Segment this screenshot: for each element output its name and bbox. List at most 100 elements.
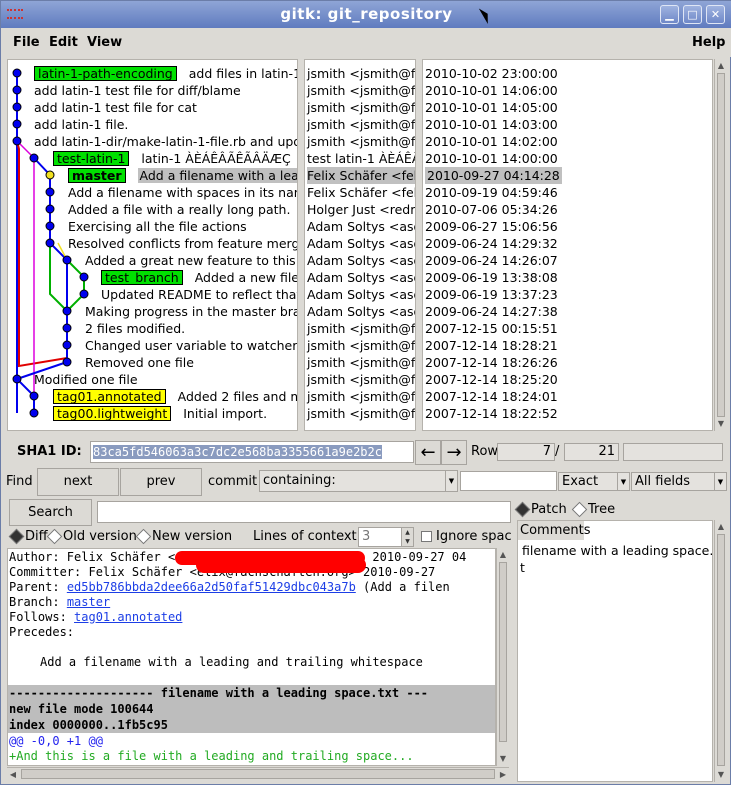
- find-prev-button[interactable]: prev: [120, 468, 202, 496]
- commit-dot[interactable]: [45, 221, 55, 231]
- commit-date[interactable]: 2009-06-27 15:06:56: [425, 218, 558, 235]
- commit-dot[interactable]: [62, 323, 72, 333]
- commit-row[interactable]: Resolved conflicts from feature merge: [68, 235, 297, 252]
- diff-scrollbar[interactable]: ▲ ▼: [496, 548, 509, 766]
- commit-dot[interactable]: [45, 204, 55, 214]
- close-icon[interactable]: ✕: [706, 5, 725, 24]
- commit-date[interactable]: 2010-09-19 04:59:46: [425, 184, 558, 201]
- commit-date[interactable]: 2007-12-14 18:24:01: [425, 388, 558, 405]
- commit-row[interactable]: test_branch Added a new file tha: [101, 269, 297, 286]
- commit-author[interactable]: jsmith <jsmith@foc: [307, 337, 415, 354]
- commit-date[interactable]: 2010-10-01 14:00:00: [425, 150, 558, 167]
- scroll-down-icon[interactable]: ▼: [497, 752, 509, 766]
- scroll-right-icon[interactable]: ▶: [497, 768, 509, 782]
- find-text-input[interactable]: [460, 471, 557, 491]
- scroll-down-icon[interactable]: ▼: [715, 768, 727, 782]
- title-bar[interactable]: gitk: git_repository ▁ □ ✕: [1, 1, 731, 28]
- commit-dot[interactable]: [12, 119, 22, 129]
- scroll-thumb[interactable]: [717, 534, 725, 766]
- commit-dot[interactable]: [29, 153, 39, 163]
- commit-date[interactable]: 2007-12-15 00:15:51: [425, 320, 558, 337]
- commit-dot[interactable]: [79, 289, 89, 299]
- commit-row[interactable]: tag00.lightweight Initial import.: [53, 405, 267, 422]
- commit-dot[interactable]: [12, 85, 22, 95]
- commit-date[interactable]: 2009-06-19 13:38:08: [425, 269, 558, 286]
- maximize-icon[interactable]: □: [683, 5, 702, 24]
- commit-author[interactable]: jsmith <jsmith@foc: [307, 405, 415, 422]
- commit-date[interactable]: 2009-06-24 14:26:07: [425, 252, 558, 269]
- search-button[interactable]: Search: [9, 499, 92, 526]
- commit-dot[interactable]: [62, 357, 72, 367]
- commit-row[interactable]: tag01.annotated Added 2 files and moc: [53, 388, 297, 405]
- commit-author[interactable]: jsmith <jsmith@foc: [307, 371, 415, 388]
- commit-date[interactable]: 2007-12-14 18:22:52: [425, 405, 558, 422]
- commit-row[interactable]: Added a great new feature to this fea: [85, 252, 297, 269]
- commit-date[interactable]: 2010-10-01 14:02:00: [425, 133, 558, 150]
- commit-dot[interactable]: [29, 408, 39, 418]
- commit-author[interactable]: Holger Just <redm: [307, 201, 415, 218]
- commit-author[interactable]: test latin-1 ÀÈÁÊÂ: [307, 150, 415, 167]
- find-mode-select[interactable]: containing: ▼: [259, 470, 458, 492]
- commit-row[interactable]: Changed user variable to watcher: [85, 337, 297, 354]
- commit-author[interactable]: jsmith <jsmith@foc: [307, 133, 415, 150]
- commit-row[interactable]: test-latin-1 latin-1 ÀÈÁÊÂÃÊÃÂÄÆÇ: [53, 150, 291, 167]
- file-list-item[interactable]: filename with a leading space.tx: [522, 543, 712, 558]
- commit-author[interactable]: jsmith <jsmith@foc: [307, 99, 415, 116]
- commit-row[interactable]: Making progress in the master branc: [85, 303, 297, 320]
- commit-author[interactable]: jsmith <jsmith@foc: [307, 388, 415, 405]
- commit-row[interactable]: Add a filename with spaces in its name: [68, 184, 297, 201]
- commit-row[interactable]: Exercising all the file actions: [68, 218, 247, 235]
- commit-row[interactable]: add latin-1-dir/make-latin-1-file.rb and…: [34, 133, 297, 150]
- date-pane[interactable]: 2010-10-02 23:00:00 2010-10-01 14:06:00 20…: [422, 59, 713, 431]
- commit-author[interactable]: jsmith <jsmith@foc: [307, 65, 415, 82]
- ignore-space-checkbox[interactable]: Ignore spac: [421, 529, 512, 544]
- commit-author[interactable]: Adam Soltys <aso: [307, 269, 415, 286]
- commit-date[interactable]: 2010-09-27 04:14:28: [425, 167, 562, 184]
- file-list-scrollbar[interactable]: ▲ ▼: [714, 520, 727, 782]
- commit-author[interactable]: Felix Schäfer <felix: [307, 184, 415, 201]
- commit-author[interactable]: Adam Soltys <aso: [307, 252, 415, 269]
- minimize-icon[interactable]: ▁: [660, 5, 679, 24]
- branch-label[interactable]: latin-1-path-encoding: [34, 66, 177, 81]
- hscroll-thumb[interactable]: [21, 769, 495, 779]
- commit-row[interactable]: add latin-1 test file for cat: [34, 99, 197, 116]
- commit-row[interactable]: master Add a filename with a leadir: [68, 167, 297, 184]
- branch-label[interactable]: test_branch: [101, 270, 183, 285]
- scroll-up-icon[interactable]: ▲: [497, 548, 509, 562]
- commit-author[interactable]: Adam Soltys <aso: [307, 303, 415, 320]
- commit-dot[interactable]: [62, 255, 72, 265]
- branch-link[interactable]: master: [67, 595, 110, 609]
- spin-arrows-icon[interactable]: ▲ ▼: [401, 528, 413, 546]
- tree-radio[interactable]: Tree: [571, 501, 615, 518]
- commit-dot[interactable]: [29, 391, 39, 401]
- author-pane[interactable]: jsmith <jsmith@focjsmith <jsmith@focjsmi…: [304, 59, 416, 431]
- find-exact-select[interactable]: Exact ▼: [558, 472, 630, 491]
- file-list[interactable]: Comments filename with a leading space.t…: [517, 520, 713, 782]
- new-version-radio[interactable]: New version: [135, 528, 232, 545]
- commit-author[interactable]: jsmith <jsmith@foc: [307, 354, 415, 371]
- commit-row[interactable]: 2 files modified.: [85, 320, 185, 337]
- commit-dot[interactable]: [12, 68, 22, 78]
- commit-date[interactable]: 2007-12-14 18:26:26: [425, 354, 558, 371]
- menu-view[interactable]: View: [87, 35, 122, 50]
- commit-dot[interactable]: [12, 374, 22, 384]
- commit-date[interactable]: 2009-06-19 13:37:23: [425, 286, 558, 303]
- old-version-radio[interactable]: Old version: [46, 528, 137, 545]
- commit-list-scrollbar[interactable]: ▲ ▼: [714, 59, 727, 431]
- forward-button[interactable]: →: [441, 440, 467, 465]
- scroll-thumb[interactable]: [499, 562, 507, 742]
- scroll-left-icon[interactable]: ◀: [7, 768, 19, 782]
- commit-author[interactable]: Adam Soltys <aso: [307, 235, 415, 252]
- menu-edit[interactable]: Edit: [49, 35, 78, 50]
- commit-dot[interactable]: [12, 136, 22, 146]
- menu-file[interactable]: File: [13, 35, 40, 50]
- commit-date[interactable]: 2010-10-01 14:06:00: [425, 82, 558, 99]
- find-next-button[interactable]: next: [37, 468, 119, 496]
- commit-author[interactable]: Felix Schäfer <felix: [307, 167, 415, 184]
- commit-dot[interactable]: [45, 170, 55, 180]
- patch-radio[interactable]: Patch: [514, 501, 567, 518]
- scroll-down-icon[interactable]: ▼: [715, 417, 727, 431]
- commit-row[interactable]: Modified one file: [34, 371, 138, 388]
- commit-date[interactable]: 2010-10-01 14:05:00: [425, 99, 558, 116]
- back-button[interactable]: ←: [415, 440, 441, 465]
